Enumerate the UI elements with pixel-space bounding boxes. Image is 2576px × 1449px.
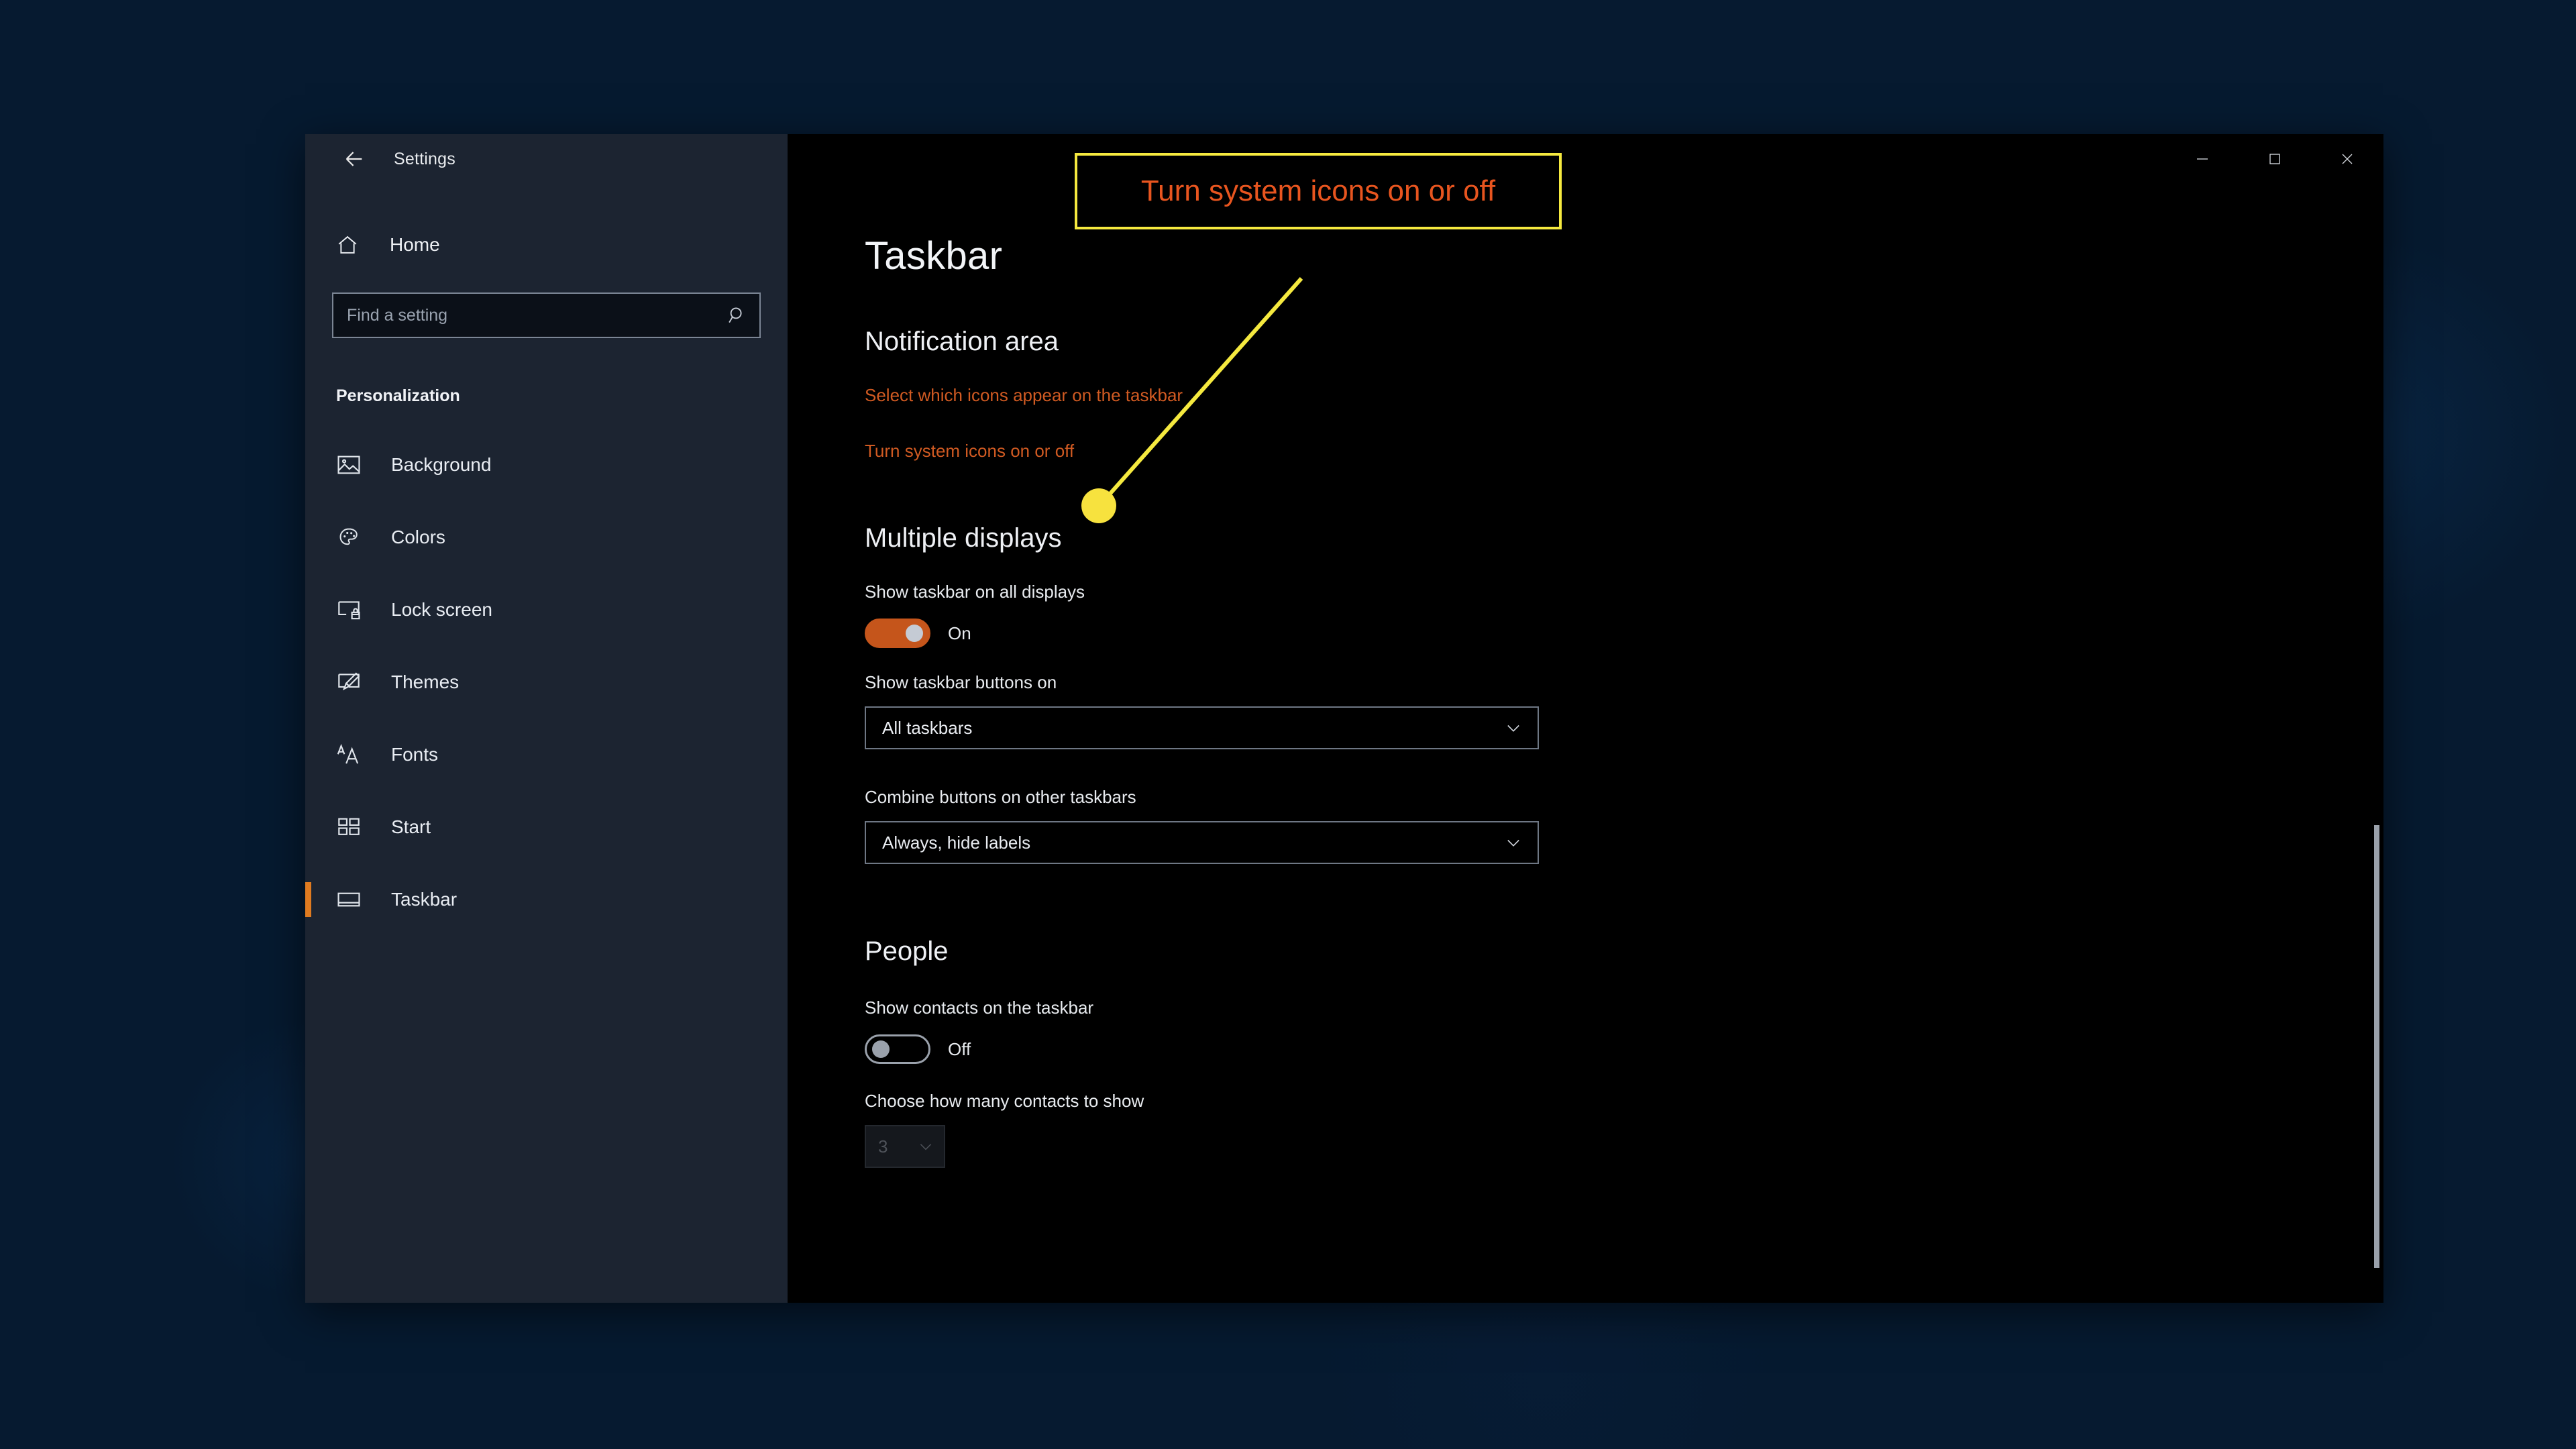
sidebar-item-start[interactable]: Start	[305, 791, 788, 863]
callout-text: Turn system icons on or off	[1140, 174, 1496, 207]
combine-buttons-dropdown[interactable]: Always, hide labels	[865, 821, 1539, 864]
sidebar-item-colors[interactable]: Colors	[305, 501, 788, 574]
callout-box: Turn system icons on or off	[1075, 153, 1562, 229]
fonts-icon	[336, 743, 372, 766]
chevron-down-icon	[1504, 718, 1523, 737]
settings-scroll-pane: Taskbar Notification area Select which i…	[788, 134, 2383, 1303]
dropdown-value: Always, hide labels	[882, 832, 1031, 853]
show-taskbar-all-displays-label: Show taskbar on all displays	[865, 582, 1085, 602]
show-contacts-label: Show contacts on the taskbar	[865, 998, 1094, 1018]
people-heading: People	[865, 936, 949, 966]
settings-window: Settings Home Personalization	[305, 134, 2383, 1303]
show-taskbar-buttons-dropdown[interactable]: All taskbars	[865, 706, 1539, 749]
sidebar-item-label: Start	[391, 816, 431, 837]
sidebar-item-label: Colors	[391, 527, 445, 547]
toggle-state-label: Off	[948, 1038, 971, 1059]
combine-buttons-label: Combine buttons on other taskbars	[865, 787, 1136, 807]
multiple-displays-heading: Multiple displays	[865, 523, 1062, 553]
sidebar-item-lock-screen[interactable]: Lock screen	[305, 574, 788, 646]
show-taskbar-all-displays-toggle[interactable]	[865, 619, 930, 648]
content-pane: Taskbar Notification area Select which i…	[788, 134, 2383, 1303]
toggle-knob	[872, 1040, 890, 1058]
chevron-down-icon	[1504, 833, 1523, 852]
dropdown-value: All taskbars	[882, 717, 973, 738]
lock-screen-icon	[336, 598, 372, 621]
sidebar-item-fonts[interactable]: Fonts	[305, 718, 788, 791]
choose-contacts-count-label: Choose how many contacts to show	[865, 1091, 1144, 1111]
search-icon[interactable]	[727, 305, 747, 325]
sidebar: Settings Home Personalization	[305, 134, 788, 1303]
chevron-down-icon	[917, 1138, 934, 1155]
sidebar-item-home[interactable]: Home	[305, 219, 788, 271]
sidebar-item-label: Themes	[391, 672, 460, 692]
sidebar-item-themes[interactable]: Themes	[305, 646, 788, 718]
brush-icon	[336, 671, 372, 694]
dropdown-value: 3	[878, 1136, 888, 1157]
show-contacts-toggle[interactable]	[865, 1034, 930, 1064]
contacts-count-dropdown[interactable]: 3	[865, 1125, 945, 1168]
start-tiles-icon	[336, 816, 372, 839]
taskbar-icon	[336, 888, 372, 911]
toggle-knob	[906, 625, 923, 642]
callout-pointer-dot	[1081, 488, 1116, 523]
image-icon	[336, 453, 372, 476]
notification-area-heading: Notification area	[865, 327, 1059, 356]
sidebar-section-header: Personalization	[336, 386, 460, 405]
sidebar-item-background[interactable]: Background	[305, 429, 788, 501]
sidebar-nav-list: Background Colors Lock screen Themes Fon…	[305, 429, 788, 936]
search-input[interactable]	[347, 305, 727, 325]
sidebar-item-label: Fonts	[391, 744, 439, 765]
window-titlebar-left: Settings	[305, 134, 788, 184]
link-turn-system-icons[interactable]: Turn system icons on or off	[865, 441, 1074, 462]
show-taskbar-buttons-label: Show taskbar buttons on	[865, 672, 1057, 692]
search-box[interactable]	[332, 292, 761, 338]
toggle-state-label: On	[948, 623, 971, 643]
show-taskbar-all-displays-row: On	[865, 619, 2383, 648]
link-select-which-icons[interactable]: Select which icons appear on the taskbar	[865, 385, 1183, 406]
vertical-scrollbar-thumb[interactable]	[2374, 825, 2379, 1268]
page-title: Taskbar	[865, 234, 1003, 278]
back-arrow-icon[interactable]	[333, 138, 375, 180]
show-contacts-row: Off	[865, 1034, 2383, 1064]
home-icon	[336, 233, 371, 256]
sidebar-item-label: Background	[391, 454, 492, 475]
palette-icon	[336, 526, 372, 549]
sidebar-item-label: Home	[390, 234, 440, 255]
sidebar-item-taskbar[interactable]: Taskbar	[305, 863, 788, 936]
app-title: Settings	[394, 149, 455, 168]
sidebar-item-label: Lock screen	[391, 599, 492, 620]
sidebar-item-label: Taskbar	[391, 889, 458, 910]
